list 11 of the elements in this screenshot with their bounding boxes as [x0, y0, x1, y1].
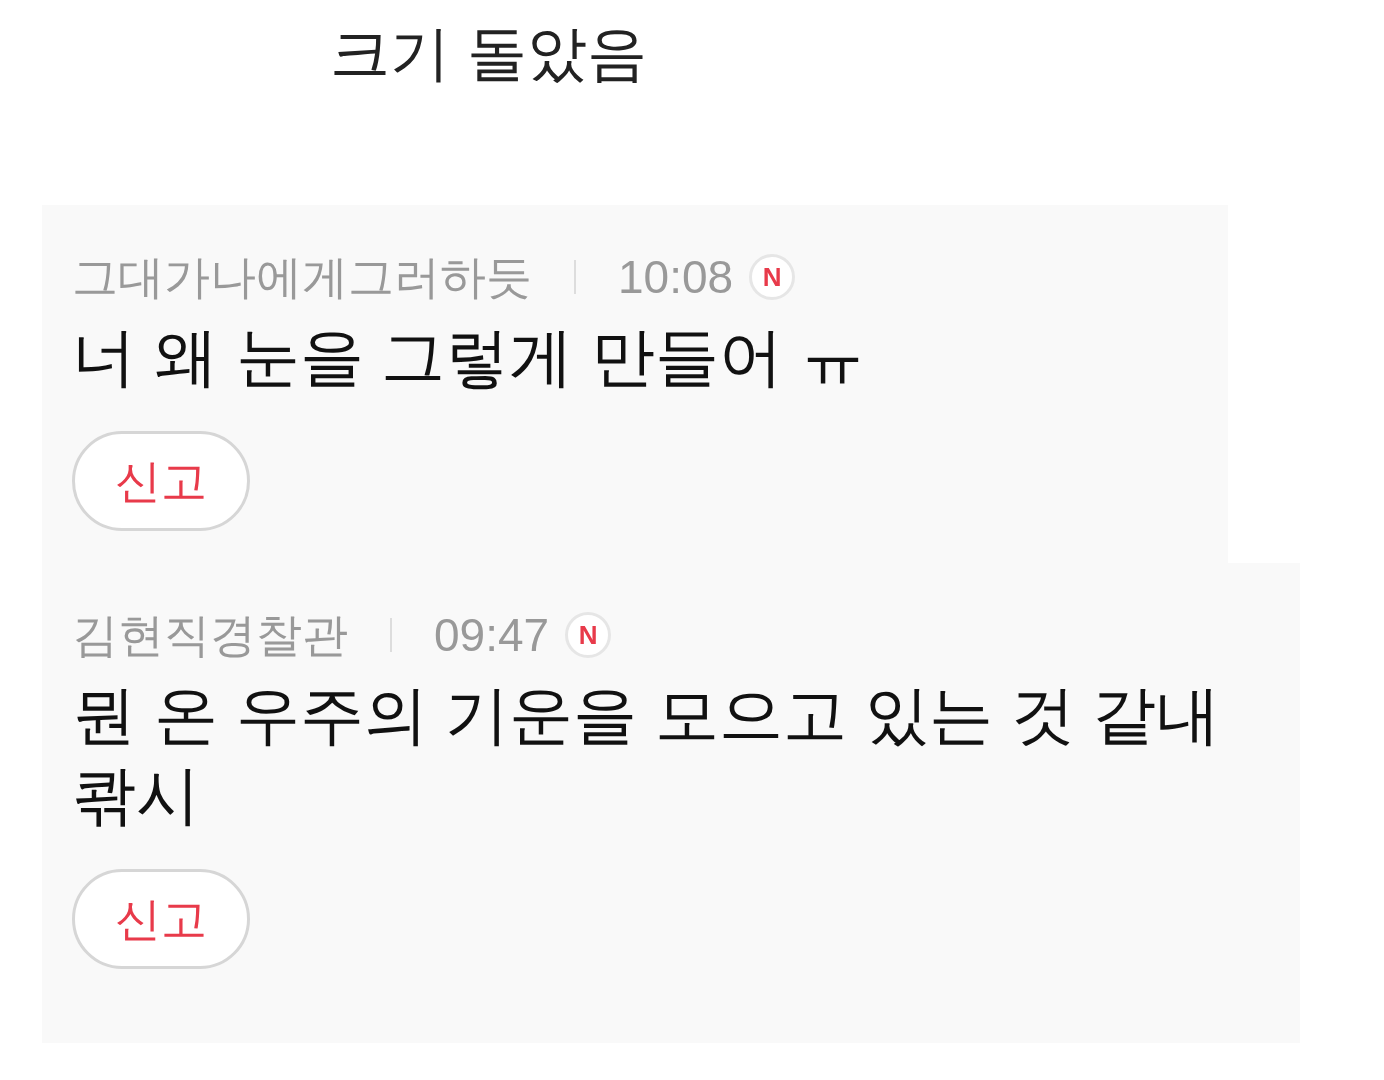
comment-time: 09:47 [434, 607, 550, 663]
comment-text: 너 왜 눈을 그렇게 만들어 ㅠ [72, 320, 866, 395]
new-badge: N [565, 612, 612, 658]
comment-author[interactable]: 그대가나에게그러하듯 [72, 242, 532, 312]
new-badge: N [749, 254, 796, 300]
report-button[interactable]: 신고 [72, 431, 250, 531]
comment-text: 뭔 온 우주의 기운을 모으고 있는 것 같내 콲시 [72, 678, 1222, 833]
comment-time: 10:08 [618, 249, 734, 305]
post-title: 크기 돌았음 [330, 20, 647, 87]
comment-author[interactable]: 김현직경찰관 [72, 600, 348, 670]
report-button[interactable]: 신고 [72, 869, 250, 969]
